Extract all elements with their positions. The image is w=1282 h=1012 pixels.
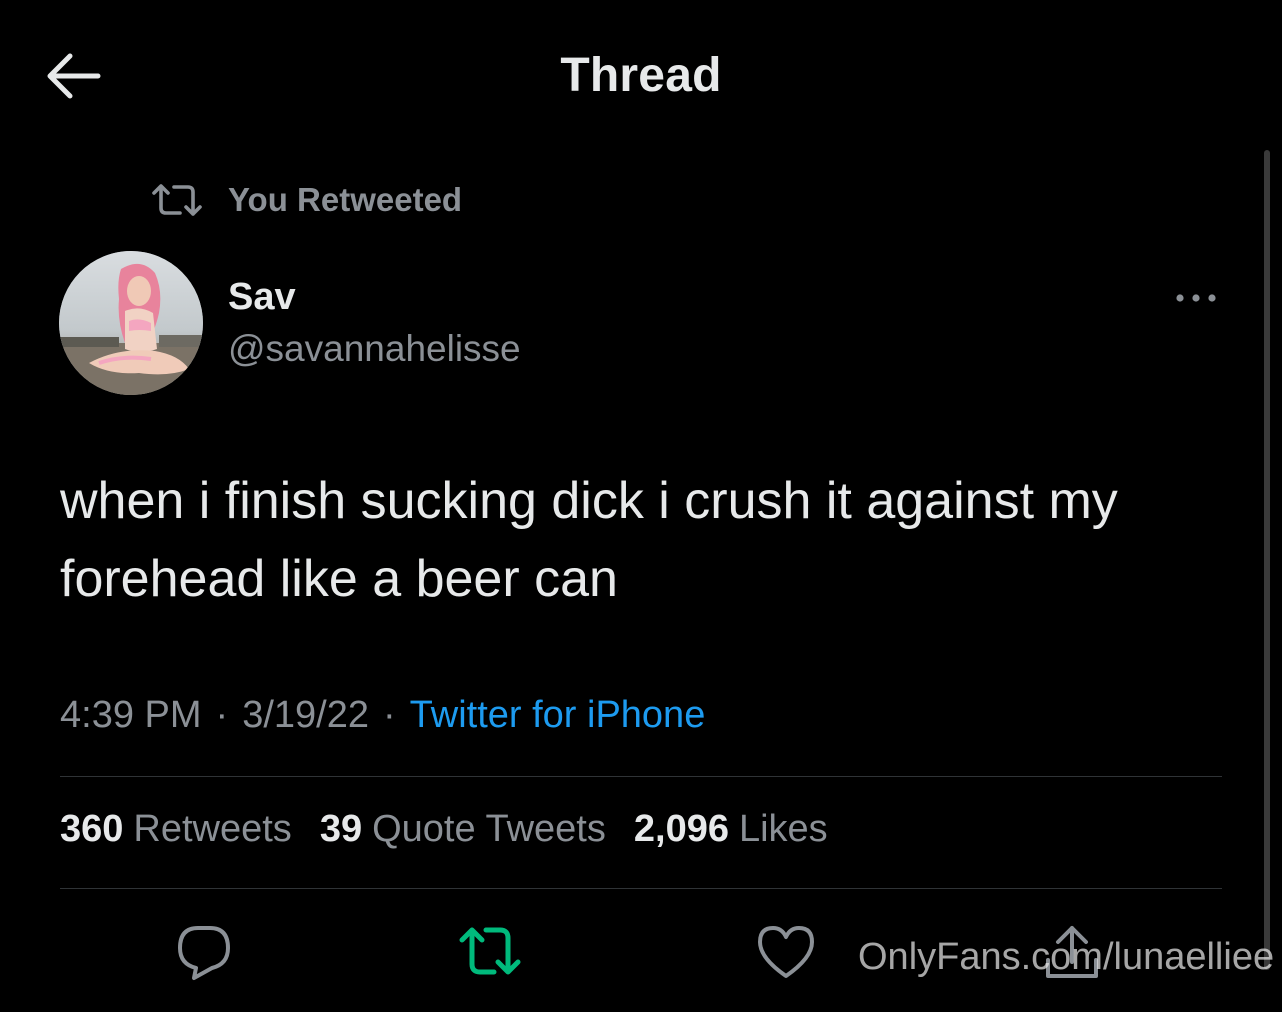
scrollbar[interactable] (1264, 150, 1270, 970)
retweets-stat[interactable]: 360 Retweets (60, 808, 292, 851)
retweet-icon (459, 927, 521, 975)
likes-stat[interactable]: 2,096 Likes (634, 808, 828, 851)
retweet-icon (152, 184, 202, 216)
tweet-metadata: 4:39 PM · 3/19/22 · Twitter for iPhone (60, 694, 705, 737)
tweet-time[interactable]: 4:39 PM (60, 694, 202, 736)
more-horizontal-icon (1176, 294, 1216, 302)
more-button[interactable] (1170, 282, 1222, 314)
avatar[interactable] (59, 251, 203, 395)
page-title: Thread (560, 49, 722, 102)
tweet-source-link[interactable]: Twitter for iPhone (410, 694, 706, 736)
display-name[interactable]: Sav (228, 276, 296, 319)
retweet-context-label: You Retweeted (228, 181, 463, 218)
meta-separator: · (382, 694, 396, 736)
watermark-text: OnlyFans.com/lunaelliee (858, 936, 1275, 978)
quote-tweets-label: Quote Tweets (372, 808, 606, 850)
tweet-date[interactable]: 3/19/22 (242, 694, 369, 736)
meta-separator: · (215, 694, 229, 736)
retweets-label: Retweets (133, 808, 292, 850)
reply-icon (178, 926, 230, 980)
likes-label: Likes (738, 808, 828, 850)
tweet-text: when i finish sucking dick i crush it ag… (60, 472, 1118, 608)
retweet-context: You Retweeted (150, 178, 462, 222)
quote-tweets-count: 39 (319, 808, 363, 850)
like-button[interactable] (754, 920, 818, 984)
username[interactable]: @savannahelisse (228, 328, 521, 370)
reply-button[interactable] (172, 920, 236, 984)
tweet-stats: 360 Retweets 39 Quote Tweets 2,096 Likes (60, 808, 856, 851)
heart-icon (758, 926, 814, 978)
retweet-button[interactable] (458, 920, 522, 984)
divider (60, 776, 1222, 777)
top-bar: Thread (0, 0, 1282, 150)
likes-count: 2,096 (633, 808, 729, 850)
profile-photo (59, 251, 203, 395)
divider (60, 888, 1222, 889)
retweets-count: 360 (60, 808, 124, 850)
quote-tweets-stat[interactable]: 39 Quote Tweets (320, 808, 606, 851)
